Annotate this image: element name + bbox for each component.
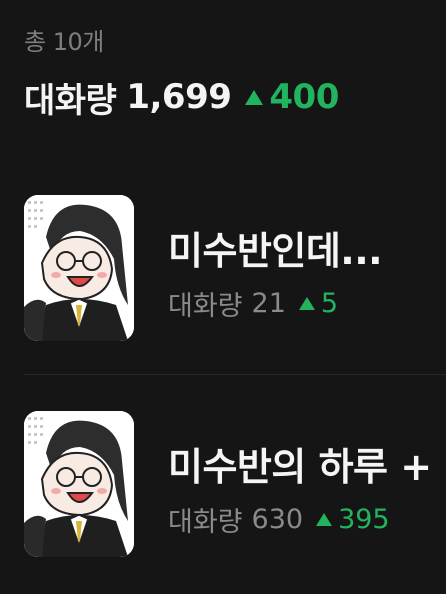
up-triangle-icon bbox=[298, 297, 315, 310]
character-illustration bbox=[24, 411, 134, 557]
chat-title: 미수반인데... bbox=[168, 229, 383, 273]
chat-stats: 대화량 21 5 bbox=[168, 284, 338, 323]
character-illustration bbox=[24, 195, 134, 341]
stat-label: 대화량 bbox=[168, 291, 243, 322]
stat-delta: 395 bbox=[316, 504, 390, 535]
stat-delta-value: 395 bbox=[338, 504, 390, 535]
summary-delta-value: 400 bbox=[269, 77, 339, 117]
total-count: 총 10개 bbox=[24, 28, 104, 56]
chat-list-item[interactable]: 미수반의 하루 + 대화량 630 395 bbox=[0, 406, 446, 586]
chat-stats: 대화량 630 395 bbox=[168, 500, 390, 539]
summary-value: 1,699 bbox=[126, 77, 232, 117]
up-triangle-icon bbox=[316, 513, 333, 526]
chat-title: 미수반의 하루 + bbox=[168, 445, 432, 489]
stat-delta: 5 bbox=[298, 288, 339, 319]
stat-delta-value: 5 bbox=[320, 288, 339, 319]
list-divider bbox=[24, 374, 446, 375]
chat-list-item[interactable]: 미수반인데... 대화량 21 5 bbox=[0, 190, 446, 370]
stat-label: 대화량 bbox=[168, 507, 243, 538]
summary-delta: 400 bbox=[245, 77, 339, 117]
stat-count: 630 bbox=[251, 504, 304, 535]
conversation-volume-summary: 대화량 1,699 400 bbox=[24, 74, 339, 121]
summary-label: 대화량 bbox=[24, 80, 117, 121]
stat-count: 21 bbox=[251, 288, 286, 319]
up-triangle-icon bbox=[245, 89, 264, 105]
chat-thumbnail bbox=[24, 411, 134, 557]
chat-thumbnail bbox=[24, 195, 134, 341]
